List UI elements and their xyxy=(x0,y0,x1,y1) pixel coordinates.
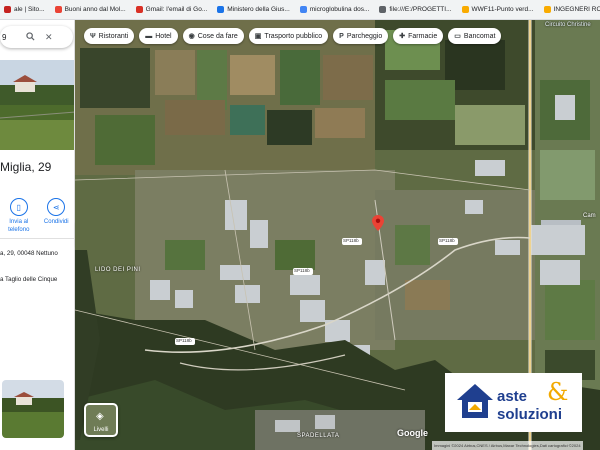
fork-icon: Ψ xyxy=(90,32,96,40)
phone-icon: ▯ xyxy=(9,198,28,216)
place-photo[interactable] xyxy=(0,60,74,150)
bookmark-item[interactable]: ale | Sito... xyxy=(4,6,45,13)
camera-icon: ◉ xyxy=(188,33,195,40)
address-line: a, 29, 00048 Nettuno xyxy=(0,250,58,257)
bookmark-label: Buoni anno dal Mol... xyxy=(64,6,126,13)
search-box[interactable]: 9 ✕ xyxy=(0,26,73,48)
chip-parcheggio[interactable]: P Parcheggio xyxy=(333,28,389,44)
bed-icon: ▬ xyxy=(145,32,153,40)
road-label: SP118b xyxy=(176,338,192,343)
chip-ristoranti[interactable]: Ψ Ristoranti xyxy=(84,28,135,44)
bookmark-label: WWF11-Punto verd... xyxy=(471,6,534,13)
send-to-phone-button[interactable]: ▯ Invia al telefono xyxy=(2,198,36,234)
location-pin-icon[interactable] xyxy=(372,215,384,236)
bus-icon: ▣ xyxy=(254,33,262,40)
parking-icon: P xyxy=(339,32,344,40)
gmail-icon xyxy=(135,6,143,13)
bookmark-label: INGEGNERI ROMANI xyxy=(553,6,600,13)
bookmark-item[interactable]: microglobulina dos... xyxy=(299,6,370,13)
map-attribution: Immagini ©2024 Airbus,CNES / Airbus,Maxa… xyxy=(432,441,583,450)
gear-icon xyxy=(54,6,62,13)
layers-label: Livelli xyxy=(93,427,109,433)
atm-icon: ▭ xyxy=(454,33,461,40)
bookmark-item[interactable]: Buoni anno dal Mol... xyxy=(54,6,126,13)
area-label: SPADELLATA xyxy=(297,433,340,439)
close-icon[interactable]: ✕ xyxy=(45,32,53,42)
chip-label: Cose da fare xyxy=(197,32,238,40)
road-label: SP118b xyxy=(439,238,455,243)
chip-label: Hotel xyxy=(155,32,172,40)
road-label: SP118b xyxy=(294,268,310,273)
bookmark-label: microglobulina dos... xyxy=(309,6,370,13)
chip-label: Farmacie xyxy=(408,32,438,40)
chip-farmacie[interactable]: ✚ Farmacie xyxy=(393,28,444,44)
screenshot-root: ale | Sito... Buoni anno dal Mol... Gmail:… xyxy=(0,0,600,450)
search-icon[interactable] xyxy=(26,28,35,46)
bookmarks-bar: ale | Sito... Buoni anno dal Mol... Gmail:… xyxy=(0,0,600,20)
folder-icon xyxy=(543,6,551,13)
site-icon xyxy=(4,6,11,13)
chip-label: Trasporto pubblico xyxy=(264,32,323,40)
poi-label: Circuito Christine xyxy=(545,22,591,28)
bookmark-item[interactable]: Ministero della Gius... xyxy=(217,6,290,13)
chip-hotel[interactable]: ▬ Hotel xyxy=(139,28,178,44)
brand-ampersand: & xyxy=(547,378,569,406)
place-panel: 9 ✕ Miglia, 29 ▯ Invia al telefono ⋖ Con… xyxy=(0,20,75,450)
file-icon xyxy=(379,6,387,13)
chip-cose-da-fare[interactable]: ◉ Cose da fare xyxy=(182,28,244,44)
house-logo-icon xyxy=(457,384,493,418)
place-label-edge: Cam xyxy=(583,213,596,219)
pharmacy-icon: ✚ xyxy=(399,33,406,40)
place-photo-thumbnail[interactable] xyxy=(2,380,64,438)
chip-label: Bancomat xyxy=(463,32,496,40)
chip-label: Parcheggio xyxy=(346,32,383,40)
layers-button[interactable]: ◈ Livelli xyxy=(84,403,118,437)
place-title: Miglia, 29 xyxy=(0,160,52,174)
brand-word-aste: aste xyxy=(497,388,528,405)
brand-watermark: aste & soluzioni xyxy=(445,373,582,432)
bookmark-label: file:///E:/PROGETTI... xyxy=(389,6,452,13)
nearby-line: a Taglio delle Cinque xyxy=(0,276,58,283)
chip-label: Ristoranti xyxy=(98,32,129,40)
divider xyxy=(0,238,74,239)
search-input[interactable]: 9 xyxy=(2,33,16,42)
ministry-icon xyxy=(217,6,225,13)
bookmark-item[interactable]: file:///E:/PROGETTI... xyxy=(379,6,452,13)
bookmark-label: Gmail: l'email di Go... xyxy=(145,6,208,13)
bookmark-item[interactable]: WWF11-Punto verd... xyxy=(461,6,534,13)
google-icon xyxy=(299,6,307,13)
chip-bancomat[interactable]: ▭ Bancomat xyxy=(448,28,502,44)
send-to-phone-label: Invia al telefono xyxy=(8,219,30,233)
layers-icon: ◈ xyxy=(96,411,104,422)
share-icon: ⋖ xyxy=(47,198,66,216)
share-button[interactable]: ⋖ Condividi xyxy=(39,198,73,234)
bookmark-item[interactable]: Gmail: l'email di Go... xyxy=(135,6,208,13)
bookmark-label: Ministero della Gius... xyxy=(227,6,290,13)
bookmark-item[interactable]: INGEGNERI ROMANI xyxy=(543,6,600,13)
brand-word-soluzioni: soluzioni xyxy=(497,406,562,423)
folder-icon xyxy=(461,6,469,13)
place-label: LIDO DEI PINI xyxy=(95,267,141,273)
action-row: ▯ Invia al telefono ⋖ Condividi xyxy=(0,198,74,234)
category-chips: Ψ Ristoranti ▬ Hotel ◉ Cose da fare ▣ Trasporto… xyxy=(84,28,502,44)
google-logo: Google xyxy=(397,428,428,438)
bookmark-label: ale | Sito... xyxy=(14,6,45,13)
road-label: SP118b xyxy=(343,238,359,243)
share-label: Condividi xyxy=(43,219,69,225)
chip-trasporto-pubblico[interactable]: ▣ Trasporto pubblico xyxy=(248,28,329,44)
